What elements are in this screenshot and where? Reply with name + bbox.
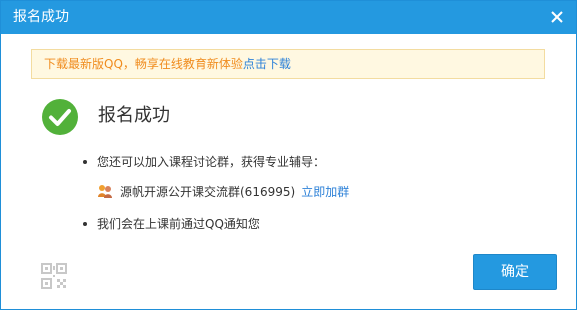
group-icon: [98, 185, 112, 198]
confirm-button[interactable]: 确定: [473, 254, 557, 290]
qr-code-icon[interactable]: [41, 263, 67, 289]
group-line: 源帆开源公开课交流群(616995) 立即加群: [120, 184, 349, 200]
join-group-link[interactable]: 立即加群: [301, 185, 349, 199]
success-heading: 报名成功: [98, 105, 170, 126]
dialog-titlebar: 报名成功: [1, 1, 576, 34]
check-circle-icon: [42, 99, 78, 135]
group-name: 源帆开源公开课交流群(616995): [120, 185, 296, 199]
bullet: [83, 160, 87, 164]
download-notice: 下载最新版QQ，畅享在线教育新体验点击下载: [31, 49, 545, 79]
download-link[interactable]: 点击下载: [243, 57, 291, 71]
discussion-group-hint: 您还可以加入课程讨论群，获得专业辅导：: [97, 155, 326, 169]
close-icon[interactable]: [549, 9, 565, 25]
notify-hint: 我们会在上课前通过QQ通知您: [97, 217, 260, 231]
dialog-title: 报名成功: [13, 9, 69, 25]
registration-success-dialog: 报名成功 下载最新版QQ，畅享在线教育新体验点击下载 报名成功 您还可以加入课程…: [0, 0, 577, 310]
notice-text: 下载最新版QQ，畅享在线教育新体验: [44, 57, 243, 71]
bullet: [83, 222, 87, 226]
